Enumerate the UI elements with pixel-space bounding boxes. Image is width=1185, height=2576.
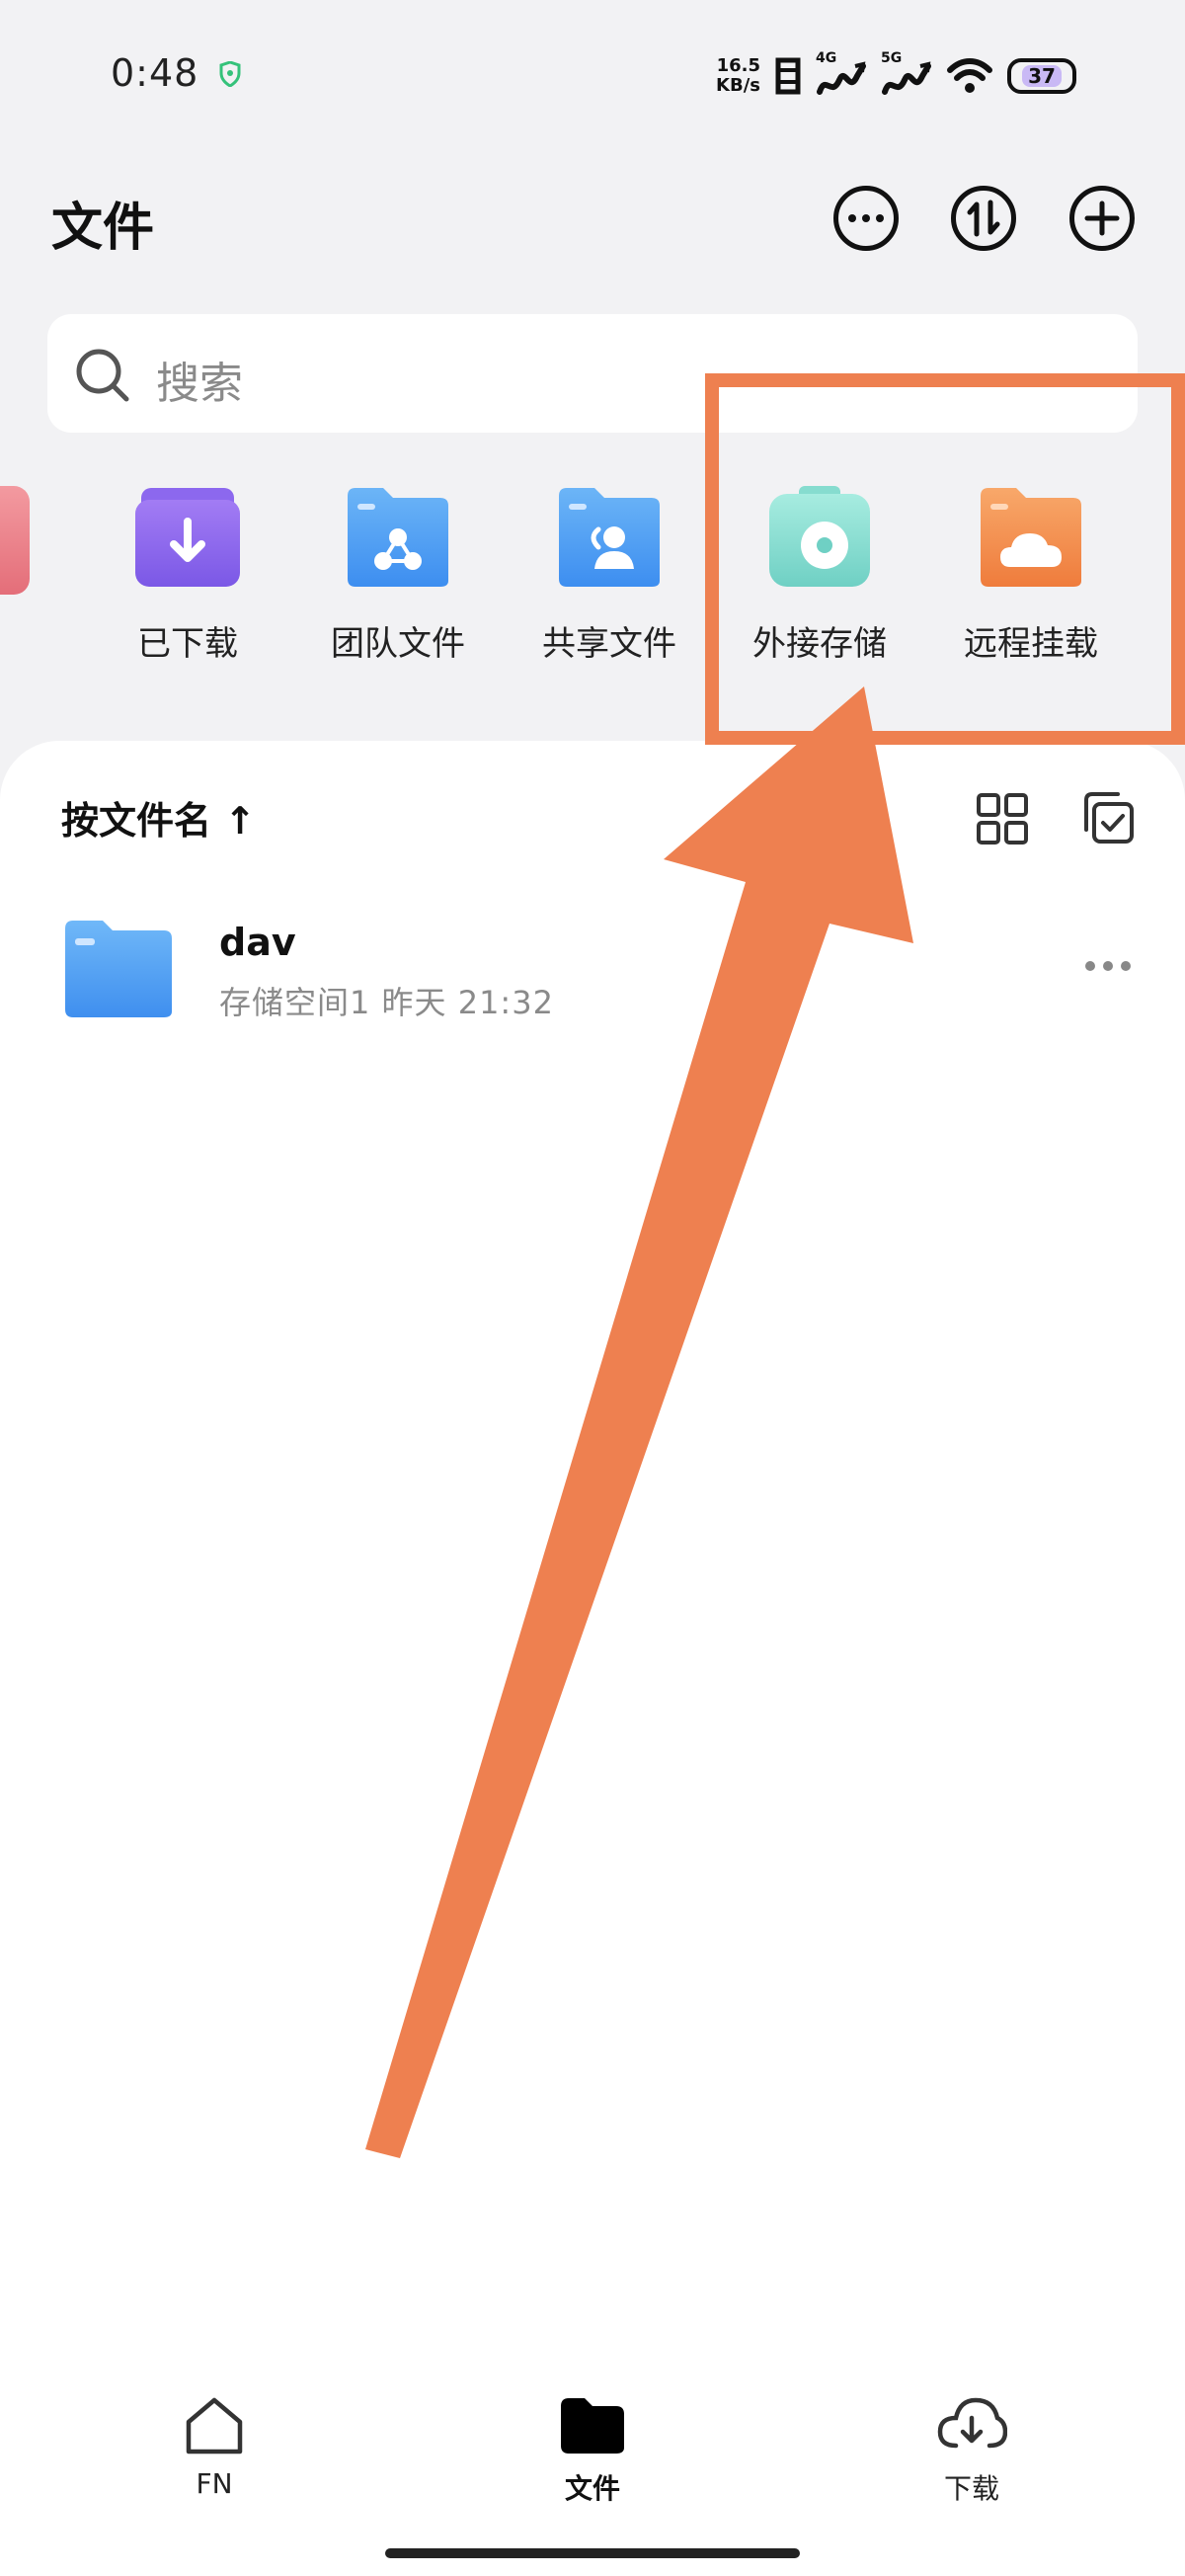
page-title: 文件 bbox=[51, 199, 155, 258]
transfer-arrows-icon bbox=[967, 200, 1000, 237]
nav-item-fn[interactable]: FN bbox=[135, 2394, 293, 2500]
grid-view-icon[interactable] bbox=[976, 792, 1029, 845]
nav-label: 下载 bbox=[943, 2472, 999, 2505]
vibrate-icon bbox=[775, 57, 801, 95]
shortcut-label: 共享文件 bbox=[542, 624, 676, 664]
nav-label: FN bbox=[196, 2467, 233, 2500]
more-options-button[interactable] bbox=[833, 186, 899, 251]
shortcut-downloaded[interactable]: 已下载 bbox=[89, 482, 286, 665]
download-folder-icon bbox=[133, 482, 242, 591]
battery-indicator: 37 bbox=[1007, 58, 1076, 94]
ellipsis-icon bbox=[848, 214, 884, 222]
network-speed: 16.5 KB/s bbox=[716, 56, 760, 96]
search-placeholder: 搜索 bbox=[156, 359, 243, 409]
file-row[interactable]: dav 存储空间1 昨天 21:32 bbox=[0, 889, 1185, 1037]
cloud-download-icon bbox=[937, 2397, 1008, 2449]
multi-select-icon[interactable] bbox=[1078, 790, 1136, 847]
file-name: dav bbox=[219, 921, 296, 964]
nav-item-downloads[interactable]: 下载 bbox=[893, 2394, 1051, 2507]
home-icon bbox=[186, 2397, 243, 2455]
shield-icon bbox=[219, 61, 241, 87]
network-speed-unit: KB/s bbox=[716, 75, 760, 96]
wifi-icon bbox=[947, 58, 992, 93]
shortcut-label: 团队文件 bbox=[331, 624, 465, 664]
folder-filled-icon bbox=[561, 2398, 624, 2454]
annotation-highlight-box bbox=[705, 373, 1185, 745]
nav-label: 文件 bbox=[564, 2472, 620, 2505]
home-indicator bbox=[385, 2548, 800, 2558]
sort-by-name-button[interactable]: 按文件名 ↑ bbox=[61, 790, 256, 845]
add-button[interactable] bbox=[1069, 186, 1135, 251]
nav-item-files[interactable]: 文件 bbox=[514, 2394, 672, 2507]
folder-icon bbox=[65, 921, 172, 1017]
status-time: 0:48 bbox=[111, 51, 199, 95]
network-speed-value: 16.5 bbox=[716, 55, 760, 76]
file-meta: 存储空间1 昨天 21:32 bbox=[219, 984, 554, 1021]
status-icons: 16.5 KB/s 4G 5G 37 bbox=[716, 50, 1076, 101]
search-icon bbox=[76, 349, 129, 402]
transfer-button[interactable] bbox=[951, 186, 1016, 251]
battery-level: 37 bbox=[1022, 65, 1062, 87]
shortcut-shared-files[interactable]: 共享文件 bbox=[511, 482, 708, 665]
more-horizontal-icon[interactable] bbox=[1084, 960, 1132, 972]
shortcut-partial-item[interactable] bbox=[0, 486, 30, 595]
plus-icon bbox=[1084, 201, 1120, 236]
shortcut-label: 已下载 bbox=[137, 624, 238, 664]
shared-folder-icon bbox=[555, 482, 664, 591]
shortcut-team-files[interactable]: 团队文件 bbox=[299, 482, 497, 665]
signal-5g-icon: 5G bbox=[881, 50, 932, 98]
signal-4g-icon: 4G bbox=[816, 50, 867, 98]
team-folder-icon bbox=[344, 482, 452, 591]
